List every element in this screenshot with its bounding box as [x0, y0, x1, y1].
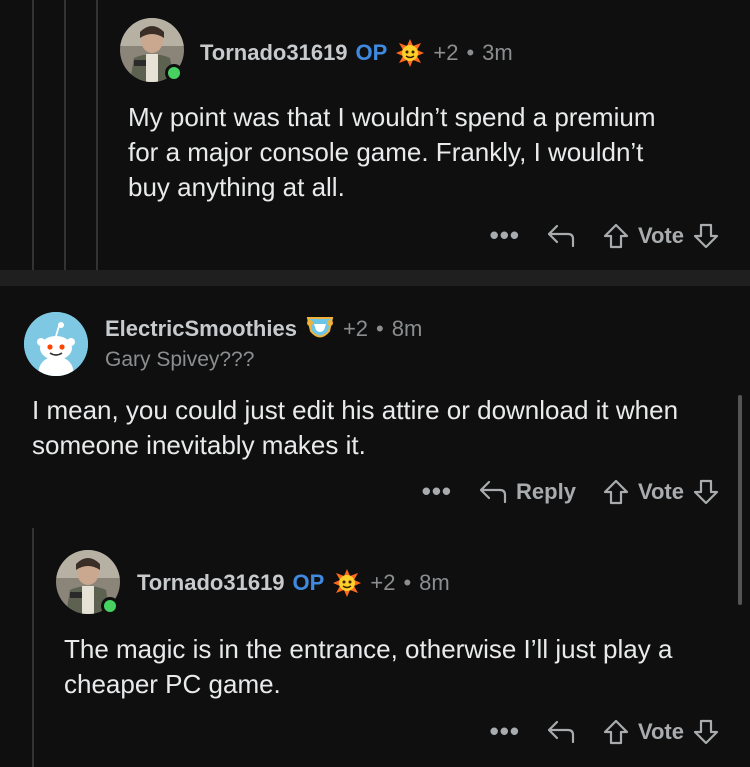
downvote-icon[interactable] [692, 222, 720, 250]
award-icon[interactable] [395, 38, 425, 68]
reply-icon [479, 480, 507, 503]
thread-line[interactable] [96, 0, 98, 270]
upvote-icon[interactable] [602, 222, 630, 250]
username[interactable]: Tornado31619 [200, 40, 348, 66]
scrollbar[interactable] [738, 395, 742, 605]
vote-label: Vote [637, 718, 684, 744]
comment-body: My point was that I wouldn’t spend a pre… [128, 102, 656, 202]
reply-icon [547, 720, 575, 743]
trophy-award-icon[interactable] [305, 315, 335, 343]
username[interactable]: Tornado31619 [137, 570, 285, 596]
vote-control: Vote [602, 222, 720, 250]
username[interactable]: ElectricSmoothies [105, 316, 297, 342]
online-status-icon [101, 597, 119, 615]
separator: • [376, 316, 384, 341]
comment-actions: ••• Vote [490, 716, 720, 747]
user-flair: Gary Spivey??? [105, 348, 255, 371]
thread-line[interactable] [32, 0, 34, 270]
upvote-icon[interactable] [602, 478, 630, 506]
reply-button[interactable]: Reply [478, 479, 576, 505]
reply-label: Reply [516, 478, 576, 504]
comment-divider [0, 270, 750, 286]
separator: • [466, 40, 475, 65]
vote-label: Vote [637, 478, 684, 504]
vote-label: Vote [637, 222, 684, 248]
more-options-button[interactable]: ••• [490, 716, 520, 747]
score: +2 [370, 570, 396, 595]
timestamp: 3m [482, 40, 513, 65]
reply-icon [547, 224, 575, 247]
downvote-icon[interactable] [692, 718, 720, 746]
comment-meta: Tornado31619 OP +2 • 8m [137, 568, 450, 598]
avatar[interactable] [24, 312, 88, 376]
timestamp: 8m [419, 570, 450, 595]
thread-line[interactable] [64, 0, 66, 270]
reply-button[interactable] [546, 223, 576, 249]
comment-meta: Tornado31619 OP +2 • 3m [200, 38, 513, 68]
online-status-icon [165, 64, 183, 82]
op-badge: OP [292, 570, 325, 595]
comment-actions: ••• Vote [490, 220, 720, 251]
comment-meta: ElectricSmoothies +2 • 8m [105, 315, 422, 343]
comment-actions: ••• Reply Vote [422, 476, 720, 507]
award-icon[interactable] [332, 568, 362, 598]
op-badge: OP [355, 40, 388, 65]
vote-control: Vote [602, 718, 720, 746]
score: +2 [433, 40, 459, 65]
comment-body: I mean, you could just edit his attire o… [32, 395, 679, 460]
separator: • [403, 570, 412, 595]
thread-line[interactable] [32, 528, 34, 767]
comment-body: The magic is in the entrance, otherwise … [64, 634, 673, 699]
score: +2 [342, 316, 369, 341]
more-options-button[interactable]: ••• [490, 220, 520, 251]
more-options-button[interactable]: ••• [422, 476, 452, 507]
vote-control: Vote [602, 478, 720, 506]
downvote-icon[interactable] [692, 478, 720, 506]
timestamp: 8m [391, 316, 423, 341]
reply-button[interactable] [546, 719, 576, 745]
upvote-icon[interactable] [602, 718, 630, 746]
